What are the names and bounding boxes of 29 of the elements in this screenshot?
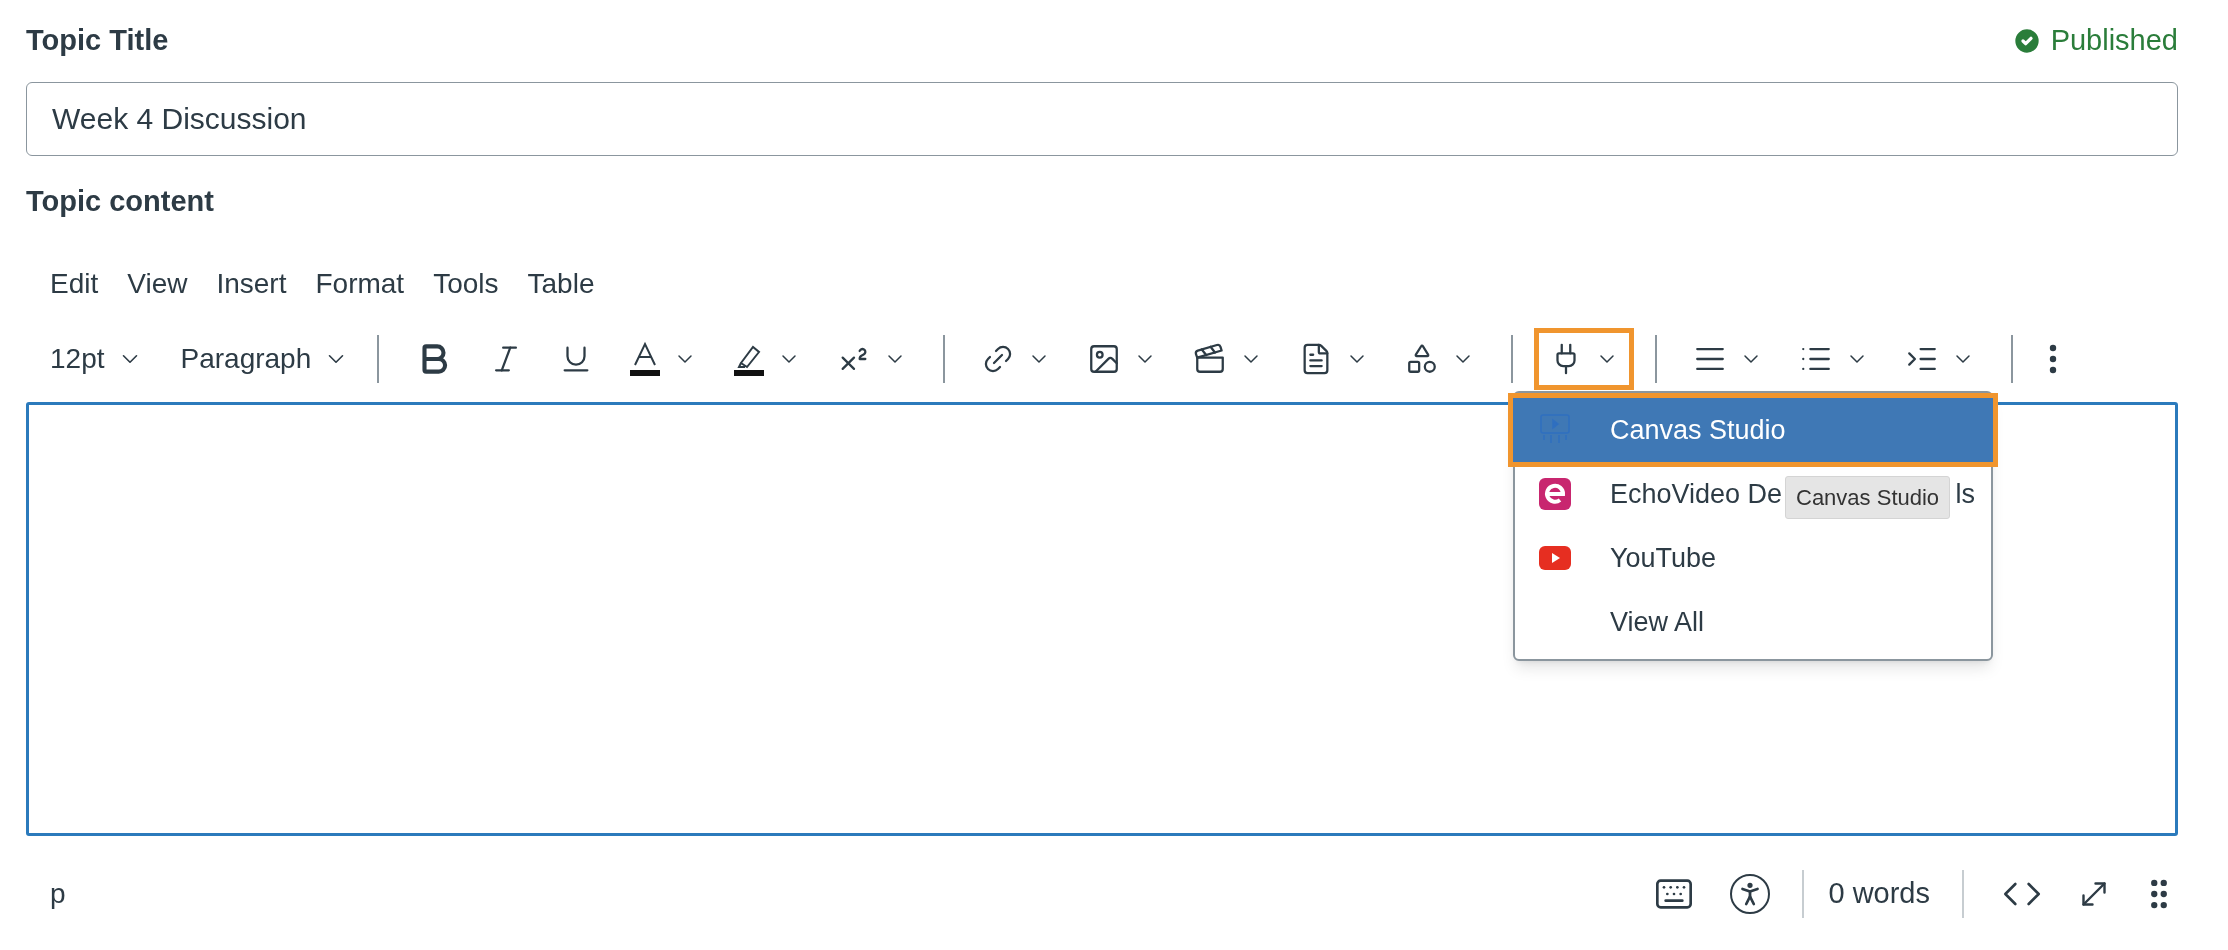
block-format-dropdown[interactable]: Paragraph [180, 338, 350, 380]
menu-option[interactable]: YouTube [1515, 526, 1991, 590]
option-label: YouTube [1610, 541, 1717, 575]
tooltip: Canvas Studio [1785, 476, 1951, 519]
menu-option[interactable]: View All [1515, 590, 1991, 654]
accessibility-icon[interactable] [1730, 874, 1771, 914]
status-label: Published [2050, 23, 2178, 59]
word-count: 0 words [1828, 876, 1930, 912]
font-size-dropdown[interactable]: 12pt [50, 338, 143, 380]
menu-item[interactable]: View [127, 263, 188, 305]
option-label: Canvas Studio [1610, 413, 1786, 447]
plugin-button[interactable] [1534, 328, 1635, 390]
field-label: Topic content [26, 184, 214, 220]
title-input[interactable]: Week 4 Discussion [26, 82, 2178, 156]
element-path: p [49, 877, 66, 911]
video-play-icon [1538, 545, 1572, 571]
menu-item[interactable]: Edit [50, 263, 99, 305]
menu-item[interactable]: Table [527, 263, 595, 305]
editor-area[interactable] [26, 402, 2178, 836]
option-label: View All [1610, 605, 1705, 639]
option-label: ls [1955, 477, 1976, 511]
more-icon [2049, 344, 2058, 374]
menu-item[interactable]: Format [315, 263, 405, 305]
text-color-icon [629, 341, 662, 377]
echo-logo-icon [1538, 477, 1572, 511]
field-label: Topic Title [26, 23, 169, 59]
menu-item[interactable]: Insert [216, 263, 287, 305]
option-label[interactable]: EchoVideo De [1610, 473, 1783, 515]
menu-item[interactable]: Tools [433, 263, 499, 305]
